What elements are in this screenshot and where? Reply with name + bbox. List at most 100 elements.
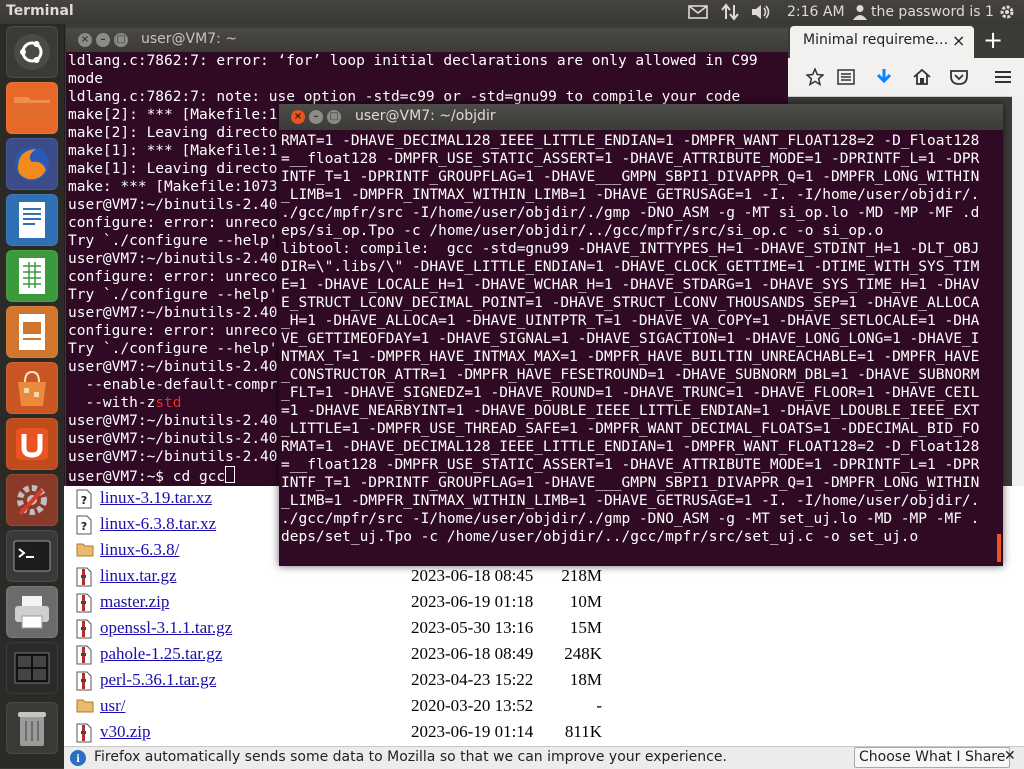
network-icon[interactable]: [720, 2, 740, 22]
home-icon[interactable]: [911, 66, 933, 88]
archive-icon: [76, 567, 94, 587]
minimize-button[interactable]: –: [96, 33, 110, 47]
file-row: openssl-3.1.1.tar.gz 2023-05-30 13:16 15M: [64, 616, 1024, 642]
file-link[interactable]: openssl-3.1.1.tar.gz: [100, 618, 232, 638]
terminal-line: _LIMB=1 -DMPFR_INTMAX_WITHIN_LIMB=1 -DHA…: [281, 493, 980, 509]
file-date: 2023-05-30 13:16: [411, 618, 534, 637]
unknown-file-icon: ?: [76, 515, 94, 535]
file-size: 15M: [569, 618, 602, 637]
launcher: [0, 24, 65, 768]
file-size: 218M: [561, 566, 602, 585]
bookmark-star-icon[interactable]: [804, 66, 826, 88]
firefox-tab[interactable]: Minimal requireme… ×: [790, 26, 974, 58]
file-size: 248K: [564, 644, 602, 663]
close-notification-icon[interactable]: ✕: [1004, 748, 1016, 764]
file-link[interactable]: perl-5.36.1.tar.gz: [100, 670, 216, 690]
unknown-file-icon: ?: [76, 489, 94, 509]
file-row: v30.zip 2023-06-19 01:14 811K: [64, 720, 1024, 746]
printer-icon[interactable]: [6, 586, 58, 638]
file-date: 2023-04-23 15:22: [411, 670, 534, 689]
terminal-line: eps/si_op.Tpo -c /home/user/objdir/../gc…: [281, 223, 884, 239]
mail-icon[interactable]: [688, 2, 708, 22]
file-link[interactable]: pahole-1.25.tar.gz: [100, 644, 222, 664]
file-date: 2020-03-20 13:52: [411, 696, 534, 715]
terminal-line: ./gcc/mpfr/src -I/home/user/objdir/./gmp…: [281, 205, 980, 221]
terminal-line: =1 -DHAVE_NEARBYINT=1 -DHAVE_DOUBLE_IEEE…: [281, 403, 980, 419]
terminal-title: user@VM7: ~: [141, 31, 237, 47]
terminal-titlebar[interactable]: × – □ user@VM7: ~: [66, 28, 788, 52]
user-name[interactable]: the password is 1: [871, 2, 994, 22]
menu-icon[interactable]: [992, 66, 1014, 88]
file-date: 2023-06-18 08:49: [411, 644, 534, 663]
file-link[interactable]: master.zip: [100, 592, 169, 612]
file-link[interactable]: linux-3.19.tar.xz: [100, 488, 212, 508]
close-button[interactable]: ×: [291, 110, 305, 124]
tab-title: Minimal requireme…: [803, 32, 949, 48]
software-center-icon[interactable]: [6, 362, 58, 414]
download-icon[interactable]: [873, 66, 895, 88]
maximize-button[interactable]: □: [327, 110, 341, 124]
choose-what-i-share-button[interactable]: Choose What I Share: [854, 747, 1011, 768]
file-link[interactable]: linux-6.3.8.tar.xz: [100, 514, 216, 534]
workspaces-icon[interactable]: [6, 642, 58, 694]
terminal-line: INTF_T=1 -DPRINTF_GROUPFLAG=1 -DHAVE___G…: [281, 475, 980, 491]
tab-close-icon[interactable]: ×: [952, 31, 965, 50]
terminal-line: _LIMB=1 -DMPFR_INTMAX_WITHIN_LIMB=1 -DHA…: [281, 187, 980, 203]
notification-bar: i Firefox automatically sends some data …: [64, 746, 1024, 769]
user-icon[interactable]: [853, 2, 867, 22]
file-link[interactable]: v30.zip: [100, 722, 151, 742]
minimize-button[interactable]: –: [309, 110, 323, 124]
firefox-icon[interactable]: [6, 138, 58, 190]
file-size: 10M: [569, 592, 602, 611]
terminal-line: RMAT=1 -DHAVE_DECIMAL128_IEEE_LITTLE_END…: [281, 439, 980, 455]
info-icon: i: [70, 750, 86, 766]
maximize-button[interactable]: □: [114, 33, 128, 47]
terminal-line: _H=1 -DHAVE_ALLOCA=1 -DHAVE_UINTPTR_T=1 …: [281, 313, 980, 329]
close-button[interactable]: ×: [78, 33, 92, 47]
trash-icon[interactable]: [6, 702, 58, 754]
terminal-scrollbar[interactable]: [997, 534, 1001, 562]
terminal-line: E=1 -DHAVE_LOCALE_H=1 -DHAVE_WCHAR_H=1 -…: [281, 277, 980, 293]
ubuntu-one-icon[interactable]: [6, 418, 58, 470]
folder-icon: [76, 541, 94, 561]
archive-icon: [76, 723, 94, 743]
dash-home-icon[interactable]: [6, 26, 58, 78]
files-icon[interactable]: [6, 82, 58, 134]
svg-text:?: ?: [81, 520, 87, 533]
pocket-icon[interactable]: [948, 66, 970, 88]
archive-icon: [76, 645, 94, 665]
terminal-line: DIR=\".libs/\" -DHAVE_LITTLE_ENDIAN=1 -D…: [281, 259, 980, 275]
file-link[interactable]: linux-6.3.8/: [100, 540, 179, 560]
power-gear-icon[interactable]: [998, 2, 1016, 22]
system-settings-icon[interactable]: [6, 474, 58, 526]
archive-icon: [76, 593, 94, 613]
terminal-line: deps/set_uj.Tpo -c /home/user/objdir/../…: [281, 529, 919, 545]
terminal-output[interactable]: RMAT=1 -DHAVE_DECIMAL128_IEEE_LITTLE_END…: [281, 132, 999, 564]
folder-icon: [76, 697, 94, 717]
terminal-line: libtool: compile: gcc -std=gnu99 -DHAVE_…: [281, 241, 980, 257]
terminal-title: user@VM7: ~/objdir: [355, 108, 496, 124]
writer-icon[interactable]: [6, 194, 58, 246]
file-size: 811K: [564, 722, 602, 741]
file-link[interactable]: linux.tar.gz: [100, 566, 176, 586]
top-panel: Terminal 2:16 AM the password is 1: [0, 0, 1024, 24]
terminal-titlebar[interactable]: × – □ user@VM7: ~/objdir: [279, 104, 1003, 130]
file-size: 18M: [569, 670, 602, 689]
highlighted-text: std: [155, 395, 182, 411]
volume-icon[interactable]: [750, 2, 772, 22]
terminal-icon[interactable]: [6, 530, 58, 582]
calc-icon[interactable]: [6, 250, 58, 302]
file-link[interactable]: usr/: [100, 696, 126, 716]
clock[interactable]: 2:16 AM: [787, 2, 845, 22]
impress-icon[interactable]: [6, 306, 58, 358]
cursor: [225, 466, 236, 483]
terminal-line: =__float128 -DMPFR_USE_STATIC_ASSERT=1 -…: [281, 151, 980, 167]
archive-icon: [76, 619, 94, 639]
terminal-line: _CONSTRUCTOR_ATTR=1 -DMPFR_HAVE_FESETROU…: [281, 367, 980, 383]
new-tab-button[interactable]: +: [983, 26, 1003, 54]
firefox-toolbar: [788, 58, 1024, 97]
terminal-line: =__float128 -DMPFR_USE_STATIC_ASSERT=1 -…: [281, 457, 980, 473]
terminal-window-objdir[interactable]: × – □ user@VM7: ~/objdir RMAT=1 -DHAVE_D…: [279, 104, 1003, 566]
bookmarks-library-icon[interactable]: [835, 66, 857, 88]
active-app-title: Terminal: [6, 3, 74, 19]
